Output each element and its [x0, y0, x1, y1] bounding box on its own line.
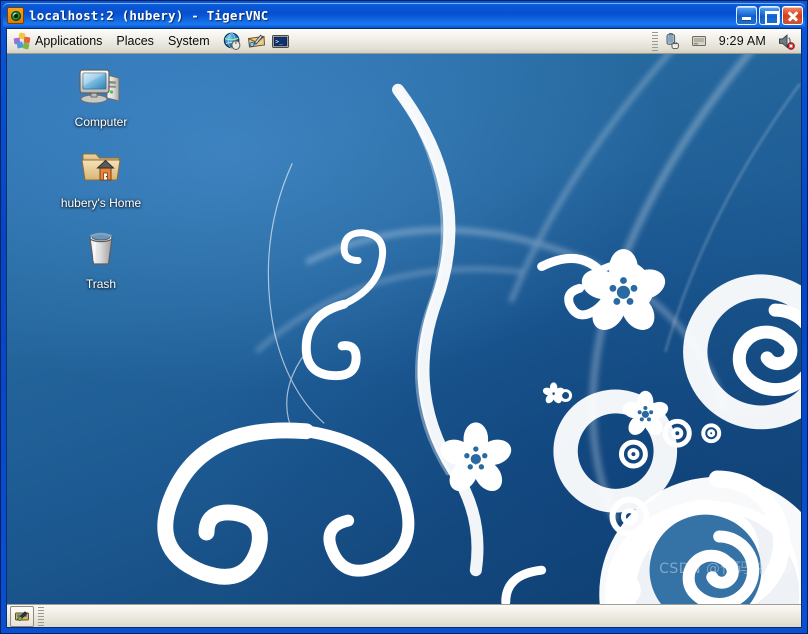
display-icon — [691, 36, 706, 46]
desktop-icon-grid: Computer hubery's Home Trash — [53, 62, 149, 305]
svg-text:>_: >_ — [275, 38, 283, 45]
vnc-viewer-window: localhost:2 (hubery) - TigerVNC Applicat… — [0, 0, 808, 634]
window-controls — [736, 5, 805, 25]
email-client-icon — [248, 34, 266, 48]
launcher-web-browser[interactable] — [222, 31, 244, 52]
maximize-button[interactable] — [759, 5, 780, 25]
window-title: localhost:2 (hubery) - TigerVNC — [29, 7, 269, 23]
tigervnc-icon — [7, 6, 24, 24]
menu-places[interactable]: Places — [109, 29, 161, 53]
gnome-bottom-panel — [7, 604, 801, 627]
home-folder-icon — [77, 143, 125, 191]
desktop-icon-computer[interactable]: Computer — [53, 62, 149, 129]
notification-tray: 9:29 AM — [651, 29, 801, 53]
show-desktop-icon — [15, 611, 29, 621]
desktop-icon-computer-label: Computer — [74, 115, 128, 129]
volume-muted-icon — [778, 33, 795, 50]
tray-battery-power[interactable] — [662, 31, 684, 52]
gnome-logo-icon — [13, 32, 31, 50]
battery-power-icon — [666, 32, 680, 49]
tray-drag-handle[interactable] — [651, 31, 658, 51]
web-browser-icon — [223, 32, 241, 50]
desktop-wallpaper[interactable]: Computer hubery's Home Trash CSDN @代码讲故事 — [7, 54, 801, 604]
window-titlebar[interactable]: localhost:2 (hubery) - TigerVNC — [3, 3, 805, 27]
menu-places-label: Places — [116, 34, 154, 48]
desktop-icon-trash-label: Trash — [85, 277, 117, 291]
menu-system-label: System — [167, 34, 210, 48]
trash-icon — [77, 224, 125, 272]
menu-applications-label: Applications — [35, 34, 103, 48]
minimize-button[interactable] — [736, 5, 757, 25]
desktop-icon-home-label: hubery's Home — [60, 196, 142, 210]
menu-system[interactable]: System — [161, 29, 217, 53]
clock[interactable]: 9:29 AM — [714, 34, 771, 48]
window-list[interactable] — [44, 605, 798, 627]
tray-volume[interactable] — [775, 31, 797, 52]
tray-display[interactable] — [688, 31, 710, 52]
terminal-icon: >_ — [272, 34, 290, 48]
remote-desktop-viewport[interactable]: Applications Places System >_ 9:29 AM Co… — [6, 28, 802, 628]
panel-launchers: >_ — [217, 31, 292, 52]
gnome-top-panel: Applications Places System >_ 9:29 AM — [7, 29, 801, 54]
desktop-icon-home[interactable]: hubery's Home — [53, 143, 149, 210]
computer-icon — [77, 62, 125, 110]
launcher-terminal[interactable]: >_ — [270, 31, 292, 52]
launcher-email-client[interactable] — [246, 31, 268, 52]
desktop-icon-trash[interactable]: Trash — [53, 224, 149, 291]
close-button[interactable] — [782, 5, 803, 25]
show-desktop-button[interactable] — [10, 605, 34, 627]
menu-applications[interactable]: Applications — [7, 29, 109, 53]
